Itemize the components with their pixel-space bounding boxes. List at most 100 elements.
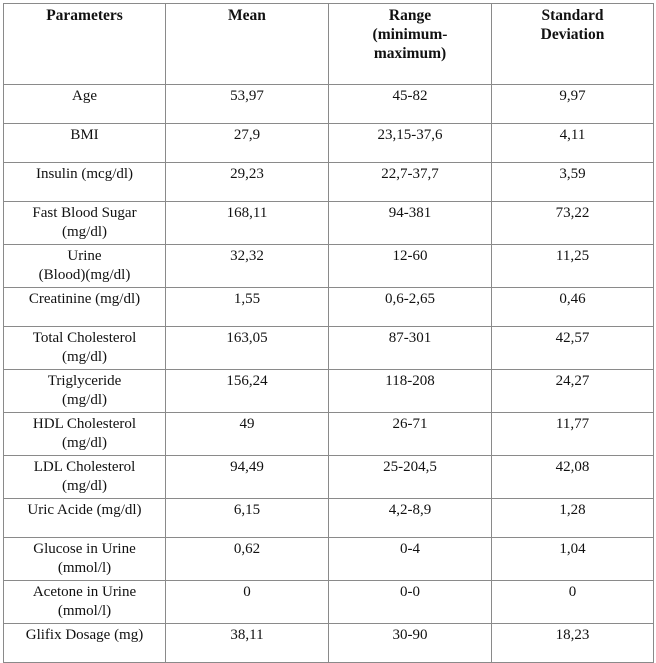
parameter-text-line: Insulin (mcg/dl) xyxy=(35,166,134,182)
range-cell: 26-71 xyxy=(328,412,492,456)
sd-cell: 1,04 xyxy=(491,537,654,581)
header-text-line: Parameters xyxy=(46,7,123,24)
range-cell: 0-0 xyxy=(328,580,492,624)
range-cell: 0-4 xyxy=(328,537,492,581)
range-cell: 12-60 xyxy=(328,244,492,288)
header-text-line: Range xyxy=(388,7,432,24)
range-cell: 4,2-8,9 xyxy=(328,498,492,538)
table-row: Age 53,97 45-82 9,97 xyxy=(3,84,654,124)
table-row: Total Cholesterol (mg/dl) 163,05 87-301 42,5… xyxy=(3,326,654,370)
sd-cell: 11,77 xyxy=(491,412,654,456)
parameter-text-line: LDL Cholesterol xyxy=(33,459,136,475)
sd-cell: 42,57 xyxy=(491,326,654,370)
mean-cell: 0 xyxy=(165,580,329,624)
parameter-cell: Creatinine (mg/dl) xyxy=(3,287,166,327)
sd-cell: 1,28 xyxy=(491,498,654,538)
parameter-text-line: (Blood)(mg/dl) xyxy=(38,267,131,283)
parameter-text-line: Age xyxy=(72,88,97,104)
header-text-line: Deviation xyxy=(540,26,605,43)
table-row: Urine (Blood)(mg/dl) 32,32 12-60 11,25 xyxy=(3,244,654,288)
range-cell: 45-82 xyxy=(328,84,492,124)
range-cell: 94-381 xyxy=(328,201,492,245)
mean-cell: 1,55 xyxy=(165,287,329,327)
table-row: Acetone in Urine (mmol/l) 0 0-0 0 xyxy=(3,580,654,624)
sd-cell: 24,27 xyxy=(491,369,654,413)
parameter-cell: Glifix Dosage (mg) xyxy=(3,623,166,663)
parameter-cell: LDL Cholesterol (mg/dl) xyxy=(3,455,166,499)
parameter-text-line: (mg/dl) xyxy=(62,478,107,494)
mean-cell: 38,11 xyxy=(165,623,329,663)
header-standard-deviation: Standard Deviation xyxy=(491,3,654,85)
table-row: LDL Cholesterol (mg/dl) 94,49 25-204,5 42,08 xyxy=(3,455,654,499)
parameter-cell: Acetone in Urine (mmol/l) xyxy=(3,580,166,624)
range-cell: 118-208 xyxy=(328,369,492,413)
parameter-text-line: Uric Acide (mg/dl) xyxy=(27,502,142,518)
mean-cell: 29,23 xyxy=(165,162,329,202)
range-cell: 23,15-37,6 xyxy=(328,123,492,163)
parameter-cell: Total Cholesterol (mg/dl) xyxy=(3,326,166,370)
table-row: HDL Cholesterol (mg/dl) 49 26-71 11,77 xyxy=(3,412,654,456)
parameter-cell: BMI xyxy=(3,123,166,163)
header-parameters: Parameters xyxy=(3,3,166,85)
sd-cell: 3,59 xyxy=(491,162,654,202)
table-row: BMI 27,9 23,15-37,6 4,11 xyxy=(3,123,654,163)
range-cell: 87-301 xyxy=(328,326,492,370)
mean-cell: 94,49 xyxy=(165,455,329,499)
table-row: Fast Blood Sugar (mg/dl) 168,11 94-381 73,22 xyxy=(3,201,654,245)
range-cell: 22,7-37,7 xyxy=(328,162,492,202)
header-row: Parameters Mean Range (minimum-maximum) Stan… xyxy=(3,3,654,85)
parameter-text-line: Fast Blood Sugar xyxy=(32,205,137,221)
table-row: Insulin (mcg/dl) 29,23 22,7-37,7 3,59 xyxy=(3,162,654,202)
mean-cell: 6,15 xyxy=(165,498,329,538)
parameter-cell: Fast Blood Sugar (mg/dl) xyxy=(3,201,166,245)
parameter-cell: Uric Acide (mg/dl) xyxy=(3,498,166,538)
parameter-text-line: (mg/dl) xyxy=(62,435,107,451)
mean-cell: 168,11 xyxy=(165,201,329,245)
parameter-text-line: Total Cholesterol xyxy=(32,330,137,346)
parameter-text-line: (mmol/l) xyxy=(57,560,112,576)
parameters-table: Parameters Mean Range (minimum-maximum) Stan… xyxy=(3,3,654,663)
sd-cell: 42,08 xyxy=(491,455,654,499)
mean-cell: 27,9 xyxy=(165,123,329,163)
sd-cell: 4,11 xyxy=(491,123,654,163)
parameter-text-line: Creatinine (mg/dl) xyxy=(28,291,141,307)
header-text-line: Standard xyxy=(541,7,604,24)
parameter-cell: Urine (Blood)(mg/dl) xyxy=(3,244,166,288)
mean-cell: 0,62 xyxy=(165,537,329,581)
sd-cell: 9,97 xyxy=(491,84,654,124)
range-cell: 30-90 xyxy=(328,623,492,663)
parameter-text-line: (mmol/l) xyxy=(57,603,112,619)
table-row: Uric Acide (mg/dl) 6,15 4,2-8,9 1,28 xyxy=(3,498,654,538)
mean-cell: 32,32 xyxy=(165,244,329,288)
parameter-text-line: (mg/dl) xyxy=(62,224,107,240)
parameter-text-line: Glucose in Urine xyxy=(33,541,136,557)
header-text-line: maximum) xyxy=(373,45,447,62)
header-text-line: (minimum- xyxy=(372,26,448,43)
table-row: Creatinine (mg/dl) 1,55 0,6-2,65 0,46 xyxy=(3,287,654,327)
parameter-cell: Glucose in Urine (mmol/l) xyxy=(3,537,166,581)
table-row: Glucose in Urine (mmol/l) 0,62 0-4 1,04 xyxy=(3,537,654,581)
sd-cell: 0,46 xyxy=(491,287,654,327)
table-body: Age 53,97 45-82 9,97 BMI 27,9 23,15-37,6 4,11 In… xyxy=(3,84,654,663)
mean-cell: 49 xyxy=(165,412,329,456)
parameter-text-line: (mg/dl) xyxy=(62,392,107,408)
mean-cell: 53,97 xyxy=(165,84,329,124)
parameter-text-line: BMI xyxy=(70,127,99,143)
parameter-text-line: (mg/dl) xyxy=(62,349,107,365)
mean-cell: 163,05 xyxy=(165,326,329,370)
sd-cell: 11,25 xyxy=(491,244,654,288)
mean-cell: 156,24 xyxy=(165,369,329,413)
parameter-cell: Age xyxy=(3,84,166,124)
parameter-cell: Insulin (mcg/dl) xyxy=(3,162,166,202)
parameter-text-line: Urine xyxy=(67,248,102,264)
parameter-cell: Triglyceride (mg/dl) xyxy=(3,369,166,413)
parameter-text-line: Triglyceride xyxy=(47,373,122,389)
parameter-cell: HDL Cholesterol (mg/dl) xyxy=(3,412,166,456)
sd-cell: 18,23 xyxy=(491,623,654,663)
parameter-text-line: Glifix Dosage (mg) xyxy=(25,627,144,643)
header-mean: Mean xyxy=(165,3,329,85)
header-text-line: Mean xyxy=(228,7,266,24)
header-range: Range (minimum-maximum) xyxy=(328,3,492,85)
sd-cell: 73,22 xyxy=(491,201,654,245)
range-cell: 25-204,5 xyxy=(328,455,492,499)
